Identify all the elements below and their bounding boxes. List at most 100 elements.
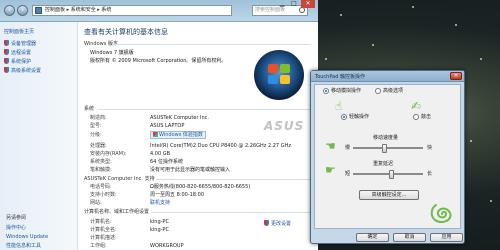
- maximize-button[interactable]: □: [288, 0, 300, 8]
- dialog-titlebar[interactable]: TouchPad 触控板操作 ×: [311, 71, 464, 82]
- model-value: ASUS LAPTOP: [150, 123, 185, 129]
- address-text: 控制面板 ▸ 系统和安全 ▸ 系统: [45, 7, 112, 13]
- sidebar-item-action-center[interactable]: 操作中心: [6, 224, 26, 232]
- ram-label: 安装内存(RAM):: [90, 151, 127, 157]
- ok-button[interactable]: 确定: [356, 233, 389, 242]
- explorer-titlebar: ‹ › 控制面板 ▸ 系统和安全 ▸ 系统 搜索控制面板 ▁ □ ✕: [0, 0, 318, 22]
- sidebar-item-advanced-settings[interactable]: 高级系统设置: [4, 67, 41, 75]
- speed-label: 移动速度量: [373, 135, 399, 141]
- radio-advanced[interactable]: [375, 88, 381, 94]
- sensitivity-high-label: 长: [427, 171, 433, 177]
- speed-high-label: 快: [427, 145, 433, 151]
- manufacturer-value: ASUSTeK Computer Inc.: [150, 115, 210, 121]
- sidebar-item-windows-update[interactable]: Windows Update: [6, 233, 48, 241]
- sensitivity-slider[interactable]: [353, 170, 423, 179]
- radio-motion-mode[interactable]: [323, 88, 329, 94]
- star: [455, 24, 457, 26]
- network-heading: 计算机名称、域和工作组设置: [84, 209, 150, 215]
- uac-shield-icon: [4, 67, 9, 73]
- description-label: 计算机描述:: [90, 235, 117, 241]
- see-also-heading: 另请参阅: [6, 215, 27, 221]
- divider: [152, 212, 310, 213]
- manufacturer-label: 制造商:: [90, 115, 107, 121]
- apply-button[interactable]: 应用: [430, 233, 463, 242]
- windows-flag-icon: [153, 132, 158, 137]
- sidebar-item-remote-settings[interactable]: 远程设置: [4, 49, 31, 57]
- dialog-body: 移动模拟操作 高级选项 ☝ 轻触操作 ✍ 敲击 ☚ 移动速度量 慢 快 ☛ 重复…: [314, 84, 461, 229]
- experience-index-link[interactable]: Windows 体验指数: [150, 131, 206, 139]
- sidebar-item-label: 高级系统设置: [11, 68, 42, 74]
- back-button[interactable]: ‹: [4, 5, 15, 16]
- phone-value: Ω服务热线(800-820-6655/800-820-6655): [150, 184, 251, 190]
- speed-gesture-icon: ☚: [325, 139, 336, 153]
- logo-pane: [280, 75, 290, 84]
- full-name-label: 计算机全名:: [90, 227, 117, 233]
- divider: [156, 179, 310, 180]
- close-button[interactable]: ✕: [301, 0, 315, 8]
- drag-gesture-icon: ✍: [411, 99, 422, 113]
- logo-pane: [268, 64, 278, 73]
- sidebar-item-control-panel-home[interactable]: 控制面板主页: [4, 28, 34, 36]
- sidebar-item-performance[interactable]: 性能信息和工具: [6, 242, 41, 250]
- dialog-close-button[interactable]: ×: [450, 72, 462, 80]
- dialog-title: TouchPad 触控板操作: [315, 74, 365, 80]
- change-settings-link[interactable]: 更改设置: [264, 220, 291, 227]
- radio-drag[interactable]: [413, 114, 419, 120]
- cancel-button[interactable]: 取消: [393, 233, 426, 242]
- edition-heading: Windows 版本: [84, 41, 118, 47]
- ram-value: 4.00 GB: [150, 151, 171, 157]
- full-name-value: king-PC: [150, 227, 169, 233]
- speed-low-label: 慢: [345, 145, 351, 151]
- star: [372, 44, 374, 46]
- sensitivity-slider-thumb[interactable]: [388, 170, 394, 179]
- page-title: 查看有关计算机的基本信息: [84, 28, 168, 36]
- tap-gesture-icon: ☝: [335, 99, 343, 113]
- radio-motion-mode-label: 移动模拟操作: [331, 88, 362, 94]
- website-label: 网站:: [90, 200, 102, 206]
- speed-slider[interactable]: [353, 144, 423, 153]
- forward-button[interactable]: ›: [17, 5, 28, 16]
- online-support-link[interactable]: 联机支持: [150, 200, 170, 206]
- minimize-button[interactable]: ▁: [276, 0, 288, 8]
- computer-name-label: 计算机名:: [90, 219, 112, 225]
- address-bar[interactable]: 控制面板 ▸ 系统和安全 ▸ 系统: [32, 5, 232, 16]
- radio-tap[interactable]: [341, 114, 347, 120]
- logo-pane: [280, 64, 290, 73]
- pen-touch-label: 笔和触摸:: [90, 167, 112, 173]
- sidebar-item-label: 系统保护: [11, 59, 32, 65]
- star: [412, 6, 414, 8]
- change-settings-label: 更改设置: [271, 221, 292, 227]
- rating-label: 分级:: [90, 132, 102, 138]
- sidebar-item-label: 设备管理器: [11, 41, 37, 47]
- model-label: 型号:: [90, 123, 102, 129]
- star: [490, 200, 492, 202]
- delay-gesture-icon: ☛: [325, 163, 336, 177]
- star: [340, 14, 342, 16]
- workgroup-label: 工作组:: [90, 243, 107, 249]
- asus-swirl-icon: [430, 204, 452, 223]
- rating-text: Windows 体验指数: [159, 132, 203, 138]
- phone-label: 电话号码:: [90, 184, 112, 190]
- hours-label: 支持小时数:: [90, 192, 117, 198]
- logo-pane: [268, 75, 278, 84]
- uac-shield-icon: [4, 40, 9, 46]
- divider: [98, 109, 310, 110]
- sensitivity-label: 重复延迟: [373, 161, 394, 167]
- windows-edition: Windows 7 旗舰版: [90, 50, 134, 56]
- copyright-text: 版权所有 © 2009 Microsoft Corporation。保留所有权利…: [90, 58, 227, 64]
- windows-logo-icon: [254, 50, 304, 100]
- sidebar-item-system-protection[interactable]: 系统保护: [4, 58, 31, 66]
- uac-shield-icon: [264, 220, 269, 226]
- advanced-touch-button[interactable]: 高级触控设定...: [359, 190, 419, 200]
- speed-slider-thumb[interactable]: [382, 144, 388, 153]
- tap-label: 轻触操作: [349, 114, 370, 120]
- processor-value: Intel(R) Core(TM)2 Duo CPU P8400 @ 2.26G…: [150, 143, 291, 149]
- star: [325, 58, 327, 60]
- hours-value: 周一至周五 8:00-18:00: [150, 192, 205, 198]
- drag-label: 敲击: [421, 114, 432, 120]
- main-content: 查看有关计算机的基本信息 Windows 版本 Windows 7 旗舰版 版权…: [78, 22, 318, 250]
- uac-shield-icon: [4, 49, 9, 55]
- sidebar-item-label: 远程设置: [11, 50, 32, 56]
- sidebar-item-device-manager[interactable]: 设备管理器: [4, 40, 36, 48]
- divider: [114, 44, 310, 45]
